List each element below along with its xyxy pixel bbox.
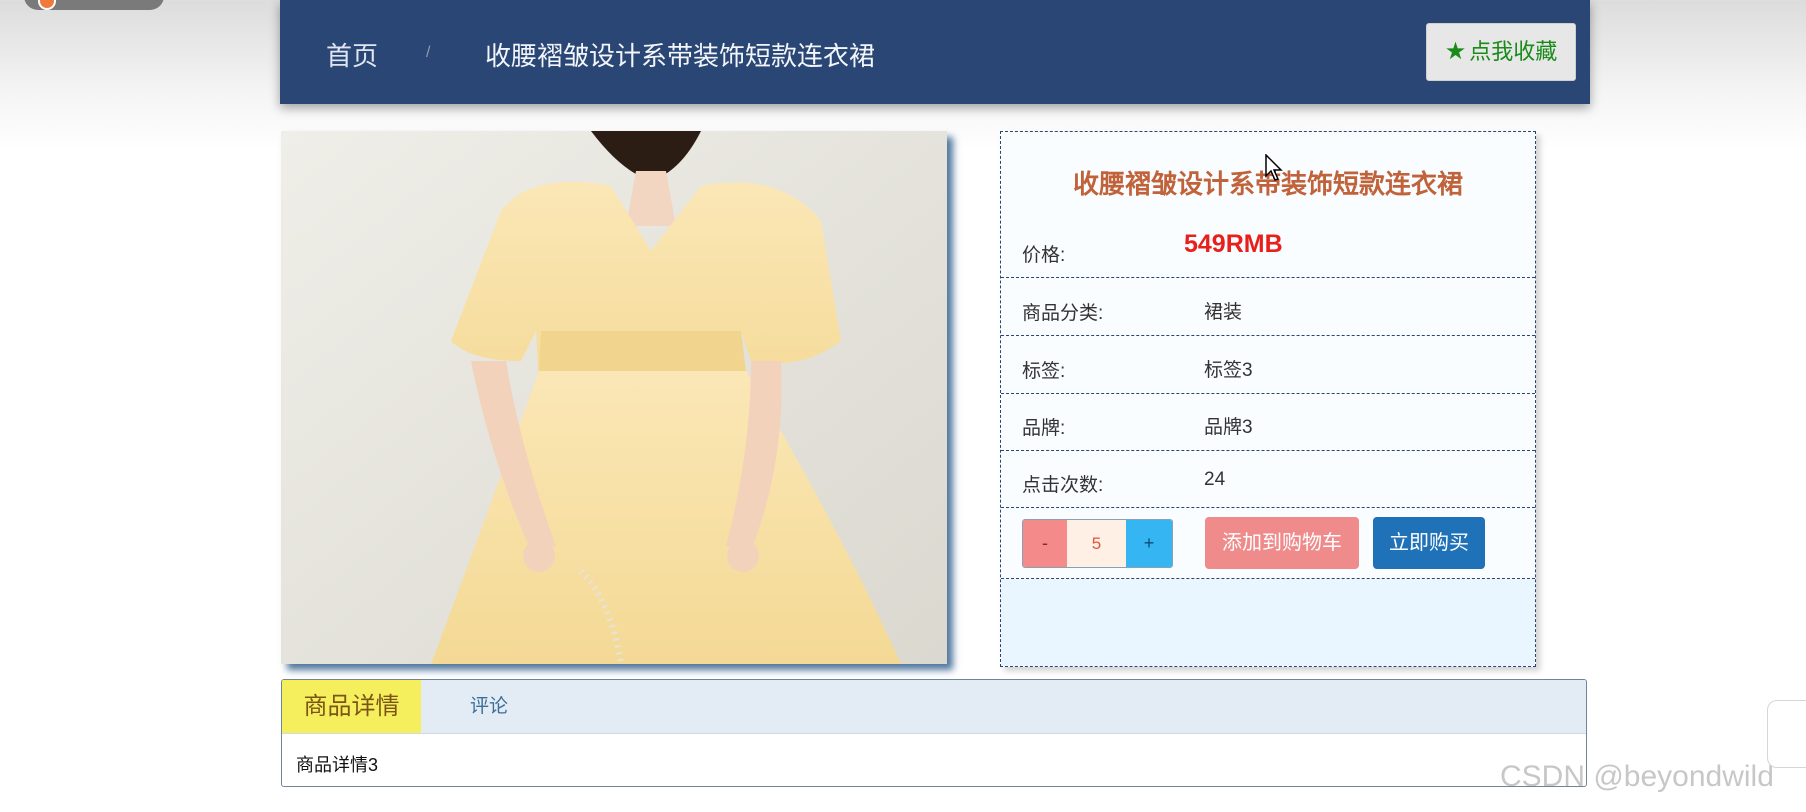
dress-photo: [281, 131, 947, 664]
browser-corner-widget: [24, 0, 164, 10]
favorite-button-label: 点我收藏: [1469, 39, 1558, 64]
product-tabs: 商品详情 评论 商品详情3: [281, 679, 1587, 787]
tag-row: 标签: 标签3: [1001, 336, 1535, 394]
product-info-card: 收腰褶皱设计系带装饰短款连衣裙 价格: 549RMB 商品分类: 裙装 标签: …: [1000, 131, 1536, 667]
clicks-row: 点击次数: 24: [1001, 450, 1535, 508]
info-card-footer: [1001, 579, 1535, 666]
tab-content: 商品详情3: [296, 755, 379, 775]
tab-header: 商品详情 评论: [282, 680, 1586, 734]
tag-value: 标签3: [1204, 360, 1253, 381]
price-label: 价格:: [1022, 245, 1066, 266]
quantity-decrement-button[interactable]: -: [1023, 520, 1067, 567]
tag-label: 标签:: [1022, 361, 1066, 382]
buy-now-button[interactable]: 立即购买: [1373, 517, 1485, 569]
breadcrumb-current: 收腰褶皱设计系带装饰短款连衣裙: [485, 41, 876, 71]
side-float-button[interactable]: [1767, 700, 1806, 768]
breadcrumb-bar: 首页 / 收腰褶皱设计系带装饰短款连衣裙 ★ 点我收藏: [280, 0, 1590, 104]
price-row: 价格: 549RMB: [1001, 220, 1535, 278]
brand-value: 品牌3: [1204, 417, 1253, 438]
breadcrumb-separator: /: [426, 44, 431, 61]
mouse-cursor-icon: [1265, 154, 1283, 181]
star-icon: ★: [1444, 38, 1467, 65]
tab-comments[interactable]: 评论: [470, 680, 508, 733]
product-image: [281, 131, 947, 664]
tab-product-detail[interactable]: 商品详情: [282, 680, 421, 733]
quantity-increment-button[interactable]: +: [1126, 520, 1172, 567]
brand-label: 品牌:: [1022, 418, 1066, 439]
purchase-actions: - + 添加到购物车 立即购买: [1001, 508, 1535, 579]
price-value: 549RMB: [1184, 230, 1283, 258]
watermark-text: CSDN @beyondwild: [1500, 760, 1774, 793]
category-row: 商品分类: 裙装: [1001, 278, 1535, 336]
quantity-input[interactable]: [1067, 520, 1126, 567]
breadcrumb-home-link[interactable]: 首页: [326, 36, 378, 73]
quantity-stepper: - +: [1022, 519, 1173, 568]
category-label: 商品分类:: [1022, 303, 1104, 324]
favorite-button[interactable]: ★ 点我收藏: [1426, 23, 1576, 81]
add-to-cart-button[interactable]: 添加到购物车: [1205, 517, 1359, 569]
brand-row: 品牌: 品牌3: [1001, 393, 1535, 451]
clicks-label: 点击次数:: [1022, 475, 1104, 496]
clicks-value: 24: [1204, 469, 1226, 490]
category-value: 裙装: [1204, 302, 1243, 323]
app-dot-icon: [38, 0, 56, 10]
